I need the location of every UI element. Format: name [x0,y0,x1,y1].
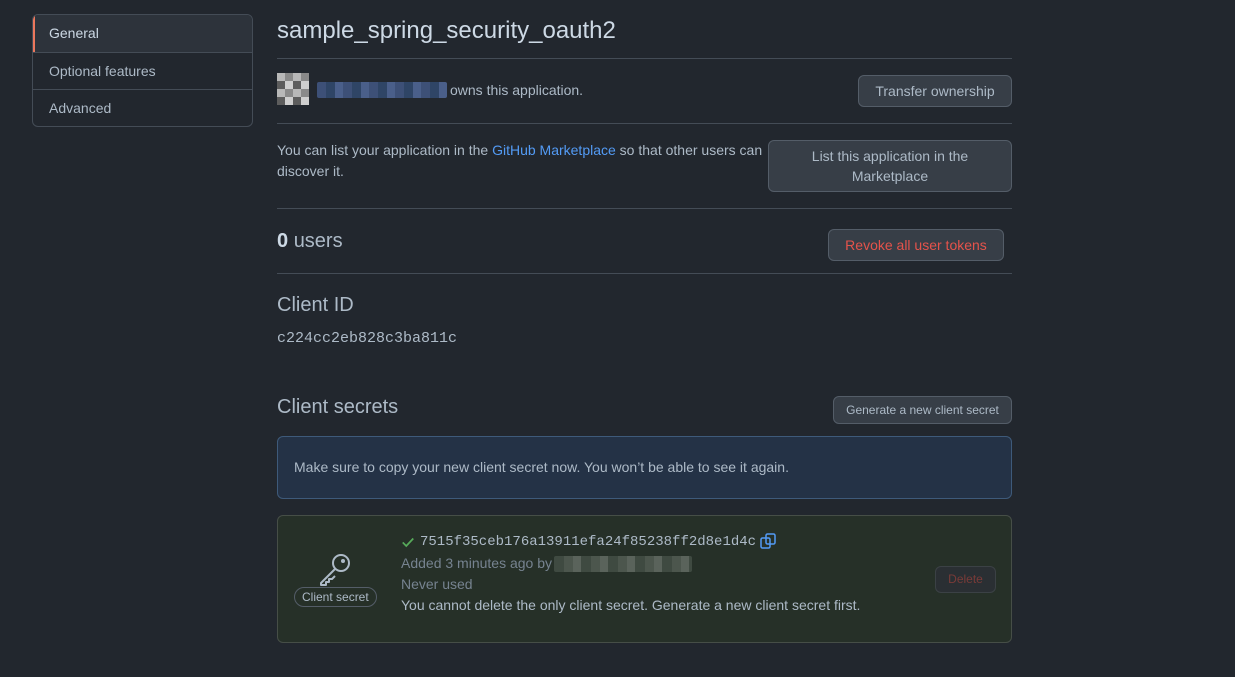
secret-usage: Never used [401,576,473,592]
copy-icon[interactable] [760,533,776,549]
sidebar-item-advanced[interactable]: Advanced [33,89,252,126]
key-icon [320,554,350,586]
marketplace-text: You can list your application in the Git… [277,142,763,179]
divider [277,123,1012,124]
generate-client-secret-button[interactable]: Generate a new client secret [833,396,1012,424]
client-secrets-heading: Client secrets [277,396,399,418]
client-secret-item: Client secret 7515f35ceb176a13911efa24f8… [277,515,1012,643]
revoke-all-tokens-button[interactable]: Revoke all user tokens [828,229,1004,261]
owner-name-redacted[interactable] [317,82,447,98]
sidebar-item-general[interactable]: General [33,15,252,52]
transfer-ownership-button[interactable]: Transfer ownership [858,75,1012,107]
marketplace-link[interactable]: GitHub Marketplace [492,142,616,158]
app-title: sample_spring_security_oauth2 [277,17,616,44]
owns-text: owns this application. [450,82,584,98]
divider [277,208,1012,209]
divider [277,58,1012,59]
list-in-marketplace-button[interactable]: List this application in the Marketplace [768,140,1012,192]
settings-sidebar: General Optional features Advanced [32,14,253,127]
sidebar-item-optional-features[interactable]: Optional features [33,52,252,89]
client-id-value: c224cc2eb828c3ba811c [277,330,458,347]
divider [277,273,1012,274]
flash-notice: Make sure to copy your new client secret… [277,436,1012,499]
secret-delete-note: You cannot delete the only client secret… [401,597,861,613]
client-secret-value: 7515f35ceb176a13911efa24f85238ff2d8e1d4c [420,534,757,550]
users-count: 0 users [277,230,343,252]
owner-avatar[interactable] [277,73,309,105]
client-secret-badge: Client secret [294,587,377,607]
client-id-heading: Client ID [277,294,354,316]
secret-author-redacted [554,556,692,572]
delete-secret-button[interactable]: Delete [935,566,996,593]
secret-added-text: Added 3 minutes ago by [401,555,552,571]
check-icon [402,537,414,548]
